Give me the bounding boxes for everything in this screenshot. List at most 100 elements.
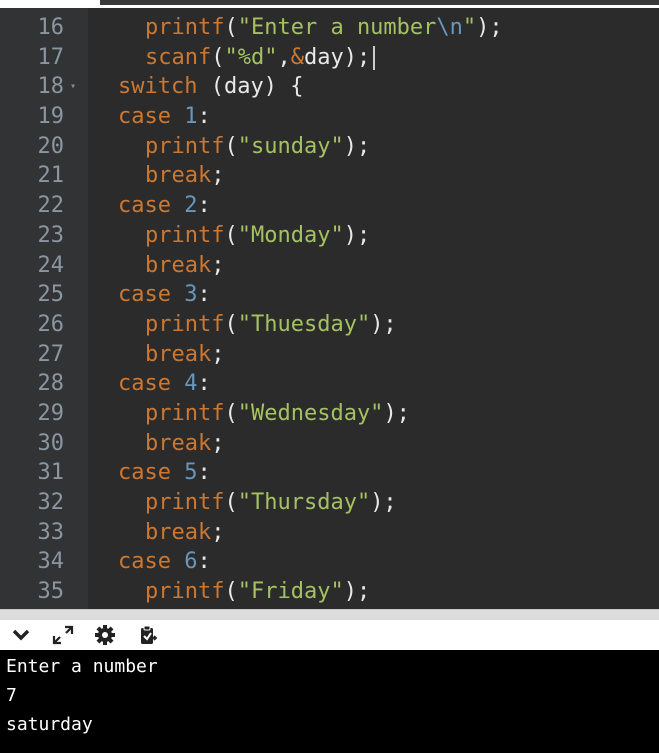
- console-settings-button[interactable]: [84, 620, 126, 650]
- line-number: 23: [37, 222, 65, 248]
- code-token: case: [118, 371, 171, 397]
- code-editor[interactable]: 16 printf("Enter a number\n"); 17 scanf("%d…: [0, 0, 659, 609]
- code-token: 2: [184, 193, 198, 219]
- code-token: (: [224, 133, 238, 159]
- code-text: case 4:: [118, 369, 211, 399]
- code-token: );: [343, 222, 371, 248]
- code-token: );: [383, 400, 410, 426]
- line-number: 17: [37, 44, 65, 70]
- collapse-console-button[interactable]: [0, 620, 42, 650]
- code-token: scanf: [145, 44, 212, 70]
- code-token: );: [370, 490, 397, 515]
- code-token: 3: [184, 282, 198, 308]
- code-token: printf: [145, 400, 225, 426]
- code-text: break;: [145, 161, 224, 191]
- code-token: printf: [145, 311, 225, 337]
- line-number: 31: [37, 460, 65, 486]
- code-line[interactable]: 34 case 6:: [0, 547, 659, 577]
- code-token: break: [145, 163, 212, 189]
- code-token: ;: [211, 519, 225, 545]
- code-token: "Thursday": [237, 490, 371, 515]
- code-line[interactable]: 26 printf("Thuesday");: [0, 310, 659, 340]
- code-token: 5: [184, 460, 198, 486]
- code-text: printf("Thuesday");: [145, 310, 397, 340]
- code-token: (: [224, 400, 238, 426]
- code-line[interactable]: 29 printf("Wednesday");: [0, 399, 659, 429]
- code-token: :: [197, 193, 211, 219]
- code-token: case: [118, 104, 171, 130]
- line-number: 27: [37, 341, 65, 367]
- code-text: switch (day) {: [118, 72, 303, 102]
- code-line[interactable]: 31 case 5:: [0, 458, 659, 488]
- code-text: case 6:: [118, 547, 211, 577]
- code-text: break;: [145, 429, 224, 459]
- code-token: :: [197, 282, 211, 308]
- line-number: 24: [37, 252, 65, 278]
- code-line[interactable]: 35 printf("Friday");: [0, 577, 659, 607]
- code-text: case 5:: [118, 458, 211, 488]
- code-token: (: [224, 311, 238, 337]
- code-token: 4: [184, 371, 198, 397]
- code-line[interactable]: 20 printf("sunday");: [0, 132, 659, 162]
- code-token: "sunday": [237, 133, 344, 159]
- line-number: 33: [37, 519, 65, 545]
- code-token: );: [343, 579, 371, 605]
- code-line[interactable]: 25 case 3:: [0, 280, 659, 310]
- code-token: printf: [145, 133, 225, 159]
- code-token: case: [118, 193, 171, 219]
- code-line[interactable]: 21 break;: [0, 161, 659, 191]
- console-output[interactable]: Enter a number 7 saturday: [0, 650, 659, 753]
- panel-resize-handle[interactable]: [0, 609, 659, 620]
- code-line[interactable]: 18 ▾ switch (day) {: [0, 72, 659, 102]
- code-token: break: [145, 252, 212, 278]
- code-line[interactable]: 16 printf("Enter a number\n");: [0, 13, 659, 43]
- chevron-down-icon: [12, 629, 30, 641]
- line-number: 16: [37, 15, 65, 40]
- code-text: case 3:: [118, 280, 211, 310]
- console-line: Enter a number: [6, 656, 158, 677]
- fold-toggle-icon[interactable]: ▾: [70, 72, 76, 102]
- code-token: break: [145, 430, 212, 456]
- code-token: "Wednesday": [237, 400, 384, 426]
- code-token: printf: [145, 222, 225, 248]
- code-text: printf("sunday");: [145, 132, 370, 162]
- code-line[interactable]: 19 case 1:: [0, 102, 659, 132]
- code-line[interactable]: 28 case 4:: [0, 369, 659, 399]
- copy-output-button[interactable]: [126, 620, 168, 650]
- code-line[interactable]: 32 printf("Thursday");: [0, 488, 659, 518]
- code-token: 6: [184, 549, 198, 575]
- code-line[interactable]: 30 break;: [0, 429, 659, 459]
- code-text: scanf("%d",&day);: [145, 43, 376, 73]
- code-token: printf: [145, 579, 225, 605]
- code-line[interactable]: 22 case 2:: [0, 191, 659, 221]
- line-number: 18: [37, 74, 65, 100]
- code-token: "%d": [224, 44, 278, 70]
- code-text: printf("Wednesday");: [145, 399, 410, 429]
- code-lines[interactable]: 16 printf("Enter a number\n"); 17 scanf("%d…: [0, 13, 659, 607]
- code-token: (: [224, 490, 238, 515]
- code-token: :: [197, 104, 211, 130]
- line-number: 35: [37, 579, 65, 605]
- code-token: &: [290, 44, 304, 70]
- code-token: );: [343, 133, 371, 159]
- code-line[interactable]: 27 break;: [0, 340, 659, 370]
- line-number: 21: [37, 163, 65, 189]
- code-line[interactable]: 17 scanf("%d",&day);: [0, 43, 659, 73]
- code-token: case: [118, 549, 171, 575]
- code-line[interactable]: 23 printf("Monday");: [0, 221, 659, 251]
- code-token: :: [197, 549, 211, 575]
- code-token: printf: [145, 490, 225, 515]
- code-token: switch: [118, 74, 198, 100]
- code-line[interactable]: 33 break;: [0, 518, 659, 548]
- code-text: break;: [145, 518, 224, 548]
- code-token: "Monday": [237, 222, 344, 248]
- code-token: case: [118, 282, 171, 308]
- code-line[interactable]: 24 break;: [0, 251, 659, 281]
- code-token: "Thuesday": [237, 311, 371, 337]
- code-text: case 1:: [118, 102, 211, 132]
- code-token: break: [145, 341, 212, 367]
- line-number: 28: [37, 371, 65, 397]
- expand-console-button[interactable]: [42, 620, 84, 650]
